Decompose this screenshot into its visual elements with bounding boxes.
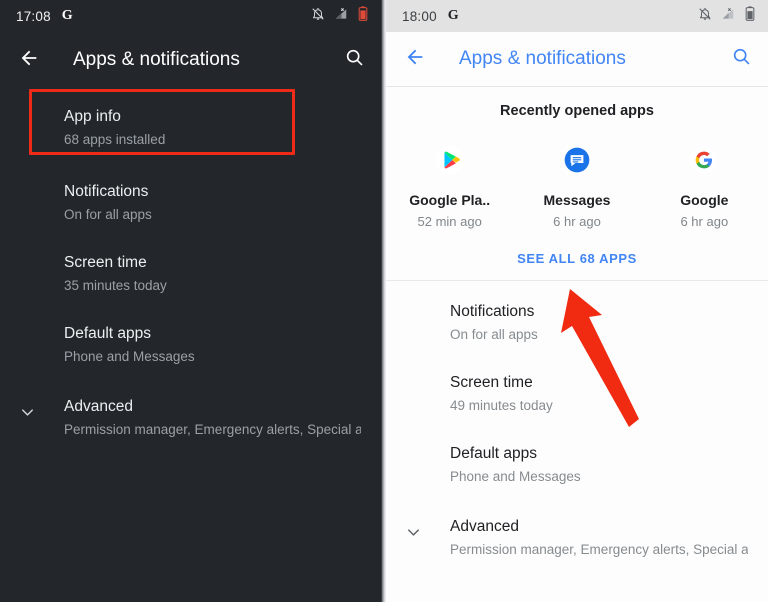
- settings-list-right: Notifications On for all apps Screen tim…: [386, 281, 768, 571]
- status-bar-clock: 18:00: [402, 8, 437, 24]
- back-arrow-icon[interactable]: [404, 46, 426, 73]
- list-item-title: Screen time: [450, 374, 533, 391]
- settings-list-left: App info 68 apps installed Notifications…: [0, 88, 381, 451]
- page-title: Apps & notifications: [459, 48, 626, 69]
- signal-no-sim-icon: [721, 7, 735, 26]
- recently-opened-apps-heading: Recently opened apps: [500, 103, 654, 119]
- messages-icon: [513, 141, 640, 179]
- recent-app-google-play[interactable]: Google Pla.. 52 min ago: [386, 141, 513, 229]
- list-item-notifications[interactable]: Notifications On for all apps: [386, 287, 768, 356]
- google-brand-icon: G: [447, 8, 459, 23]
- recent-app-google[interactable]: Google 6 hr ago: [641, 141, 768, 229]
- bell-muted-icon: [698, 7, 712, 26]
- list-item-advanced[interactable]: Advanced Permission manager, Emergency a…: [386, 498, 768, 571]
- google-play-icon: [386, 141, 513, 179]
- list-item-subtitle: 35 minutes today: [64, 278, 167, 293]
- list-item-app-info[interactable]: App info 68 apps installed: [0, 92, 381, 165]
- list-item-subtitle: Permission manager, Emergency alerts, Sp…: [64, 422, 361, 437]
- list-item-title: Notifications: [64, 183, 149, 200]
- list-item-title: Default apps: [450, 445, 538, 462]
- page-title: Apps & notifications: [73, 49, 240, 70]
- chevron-down-icon[interactable]: [404, 523, 423, 547]
- list-item-subtitle: 68 apps installed: [64, 132, 166, 147]
- status-bar-icons: [698, 6, 756, 26]
- google-brand-icon: G: [61, 8, 73, 23]
- list-item-screen-time[interactable]: Screen time 35 minutes today: [0, 236, 381, 307]
- list-item-subtitle: On for all apps: [64, 207, 152, 222]
- search-icon[interactable]: [731, 46, 752, 72]
- search-icon[interactable]: [344, 47, 365, 73]
- two-screenshot-comparison: 17:08 G Apps & notifications App info 68…: [0, 0, 768, 602]
- left-phone-screen-dark: 17:08 G Apps & notifications App info 68…: [0, 0, 381, 602]
- list-item-title: Advanced: [64, 398, 133, 415]
- status-bar-clock: 17:08: [16, 8, 51, 24]
- list-item-default-apps[interactable]: Default apps Phone and Messages: [0, 307, 381, 378]
- status-bar-left: 17:08 G: [0, 0, 381, 32]
- google-icon: [641, 141, 768, 179]
- recent-app-time: 52 min ago: [417, 214, 482, 229]
- chevron-down-icon[interactable]: [18, 403, 37, 427]
- signal-no-sim-icon: [334, 7, 348, 26]
- app-bar-right: Apps & notifications: [386, 32, 768, 87]
- list-item-subtitle: On for all apps: [450, 327, 538, 342]
- list-item-advanced[interactable]: Advanced Permission manager, Emergency a…: [0, 378, 381, 451]
- status-bar-right: 18:00 G: [386, 0, 768, 32]
- list-item-subtitle: Permission manager, Emergency alerts, Sp…: [450, 542, 748, 557]
- list-item-title: Screen time: [64, 254, 147, 271]
- battery-icon: [357, 6, 369, 26]
- list-item-screen-time[interactable]: Screen time 49 minutes today: [386, 356, 768, 427]
- list-item-subtitle: 49 minutes today: [450, 398, 553, 413]
- back-arrow-icon[interactable]: [18, 47, 40, 74]
- list-item-default-apps[interactable]: Default apps Phone and Messages: [386, 427, 768, 498]
- list-item-title: Default apps: [64, 325, 152, 342]
- status-bar-icons: [311, 6, 369, 26]
- list-item-subtitle: Phone and Messages: [450, 469, 581, 484]
- recently-opened-apps-section: Recently opened apps Google Pla.. 52 min…: [386, 87, 768, 281]
- list-item-title: Notifications: [450, 303, 535, 320]
- list-item-notifications[interactable]: Notifications On for all apps: [0, 165, 381, 236]
- recent-app-time: 6 hr ago: [553, 214, 601, 229]
- recent-app-name: Google: [680, 192, 729, 208]
- recent-apps-row: Google Pla.. 52 min ago Messages 6 hr ag…: [386, 141, 768, 229]
- see-all-apps-link[interactable]: SEE ALL 68 APPS: [386, 251, 768, 266]
- list-item-title: Advanced: [450, 518, 519, 535]
- battery-icon: [744, 6, 756, 26]
- app-bar-left: Apps & notifications: [0, 32, 381, 88]
- recent-app-time: 6 hr ago: [680, 214, 729, 229]
- recent-app-messages[interactable]: Messages 6 hr ago: [513, 141, 640, 229]
- recent-app-name: Messages: [543, 192, 611, 208]
- list-item-subtitle: Phone and Messages: [64, 349, 195, 364]
- recent-app-name: Google Pla..: [409, 192, 491, 208]
- list-item-title: App info: [64, 108, 121, 125]
- right-phone-screen-light: 18:00 G Apps & notifications Recently op…: [386, 0, 768, 602]
- bell-muted-icon: [311, 7, 325, 26]
